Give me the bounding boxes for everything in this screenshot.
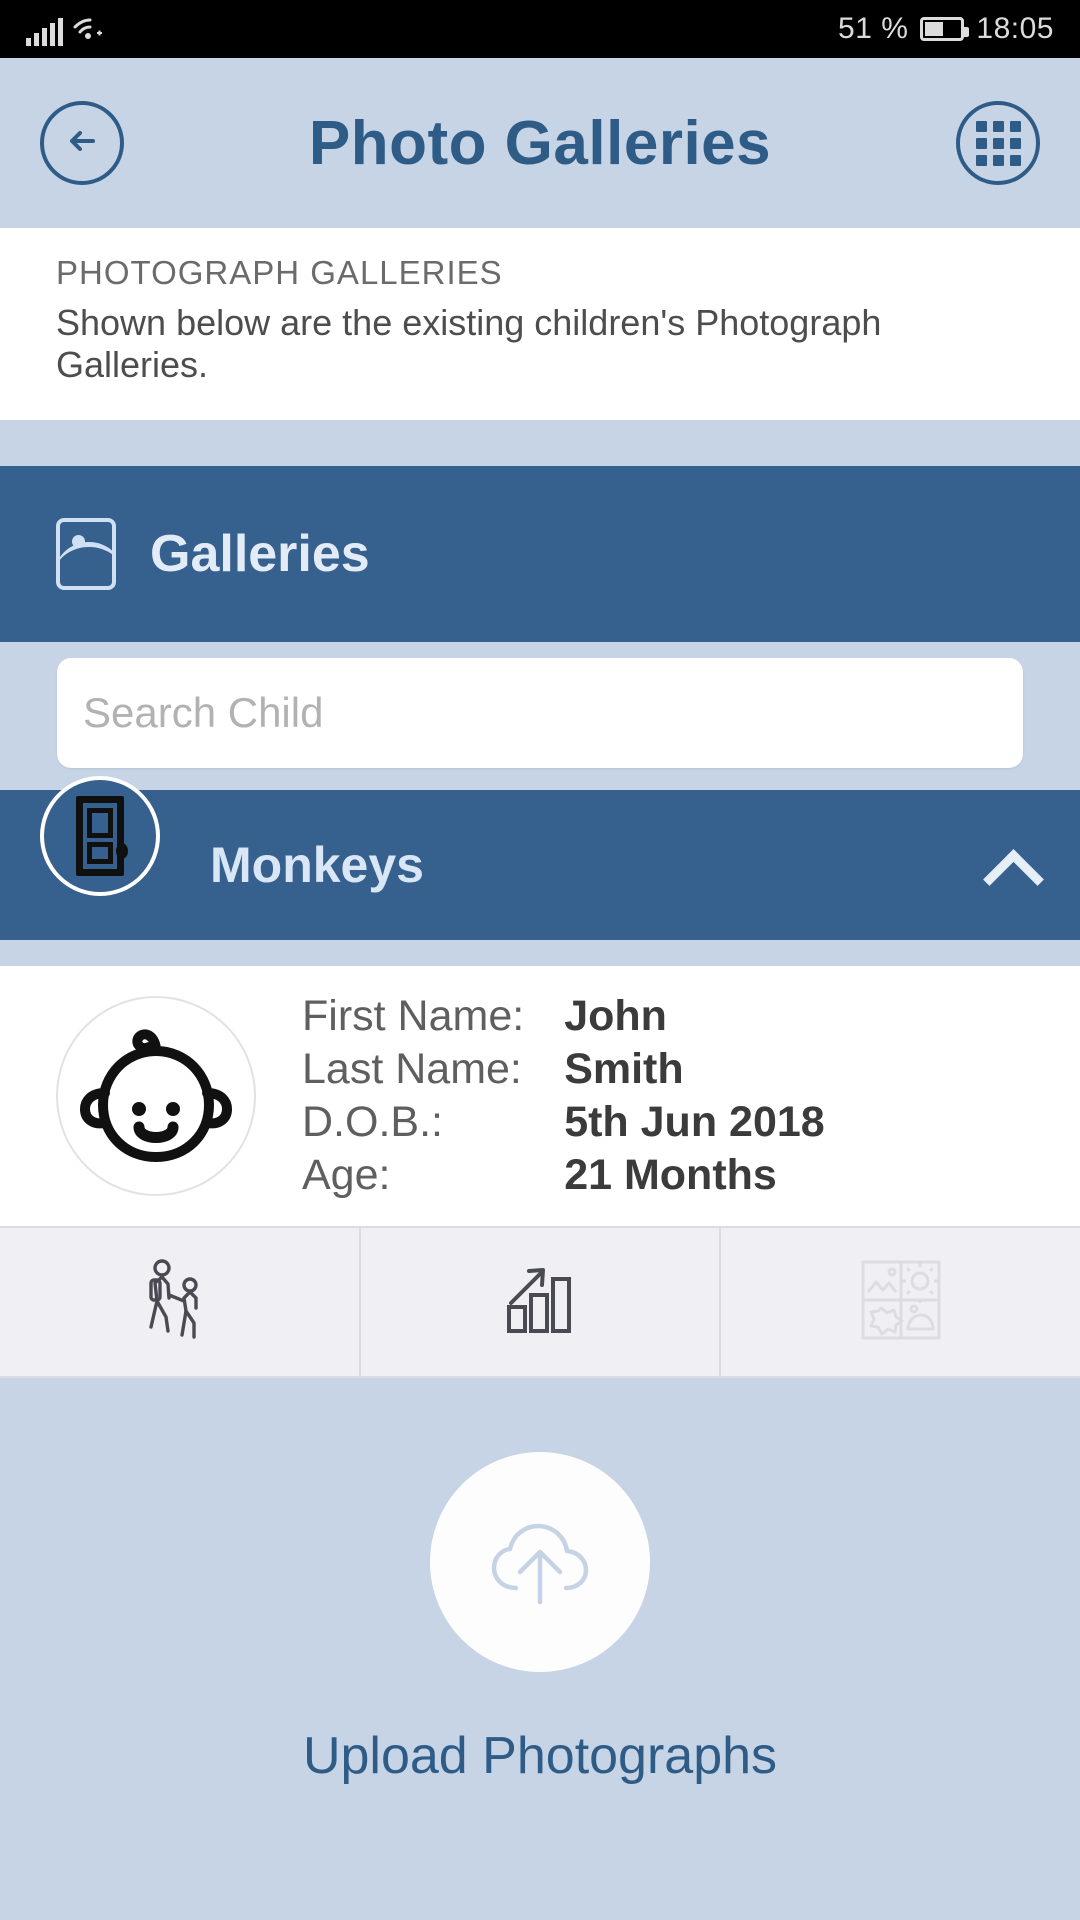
- cloud-upload-icon: [480, 1504, 600, 1621]
- photo-gallery-action[interactable]: [721, 1228, 1080, 1376]
- photo-image-icon: [56, 518, 116, 590]
- spacer: [0, 420, 1080, 466]
- intro-title: PHOTOGRAPH GALLERIES: [56, 254, 503, 291]
- upload-section[interactable]: Upload Photographs: [0, 1378, 1080, 1920]
- clock-label: 18:05: [976, 12, 1054, 45]
- galleries-section-label: Galleries: [150, 525, 370, 583]
- progress-chart-action[interactable]: [361, 1228, 722, 1376]
- avatar: [56, 996, 256, 1196]
- wifi-icon: [73, 13, 107, 46]
- group-row-monkeys[interactable]: Monkeys: [0, 776, 1080, 940]
- app-header: Photo Galleries: [0, 58, 1080, 228]
- battery-icon: [920, 17, 970, 41]
- field-value: John: [564, 992, 667, 1040]
- group-avatar: [40, 776, 160, 896]
- app-screen: 51 % 18:05 Photo Galleries PHOTOGRAPH GA…: [0, 0, 1080, 1920]
- grid-menu-icon: [975, 120, 1021, 166]
- baby-face-icon: [71, 1009, 241, 1184]
- group-name-label: Monkeys: [210, 837, 424, 893]
- signal-bars-icon: [26, 17, 63, 46]
- search-container: [0, 642, 1080, 790]
- intro-panel: PHOTOGRAPH GALLERIES Shown below are the…: [0, 228, 1080, 420]
- back-button[interactable]: [40, 101, 124, 185]
- intro-description: Shown below are the existing children's …: [56, 302, 882, 385]
- field-label: Last Name:: [302, 1045, 522, 1093]
- parent-child-walking-icon: [140, 1257, 218, 1348]
- galleries-section-header[interactable]: Galleries: [0, 466, 1080, 642]
- upload-label: Upload Photographs: [302, 1727, 778, 1785]
- status-bar: 51 % 18:05: [0, 0, 1080, 58]
- child-action-bar: [0, 1226, 1080, 1378]
- status-bar-right: 51 % 18:05: [838, 12, 1054, 46]
- field-value: Smith: [564, 1045, 684, 1093]
- battery-percent-label: 51 %: [838, 12, 909, 45]
- bar-chart-arrow-icon: [499, 1259, 581, 1346]
- chevron-up-icon[interactable]: [988, 842, 1034, 888]
- child-walking-action[interactable]: [0, 1228, 361, 1376]
- field-value: 5th Jun 2018: [564, 1098, 825, 1146]
- status-bar-left: [26, 13, 107, 46]
- child-details: First Name: John Last Name: Smith D.O.B.…: [302, 992, 825, 1200]
- search-input[interactable]: [57, 658, 1023, 768]
- field-value: 21 Months: [564, 1151, 777, 1199]
- door-icon: [76, 796, 128, 876]
- menu-button[interactable]: [956, 101, 1040, 185]
- field-label: Age:: [302, 1151, 391, 1199]
- photo-grid-icon: [859, 1258, 943, 1347]
- field-label: D.O.B.:: [302, 1098, 443, 1146]
- back-arrow-icon: [59, 118, 105, 169]
- upload-button[interactable]: [430, 1452, 650, 1672]
- field-label: First Name:: [302, 992, 525, 1040]
- child-card[interactable]: First Name: John Last Name: Smith D.O.B.…: [0, 966, 1080, 1226]
- spacer: [0, 940, 1080, 966]
- page-title: Photo Galleries: [308, 108, 772, 178]
